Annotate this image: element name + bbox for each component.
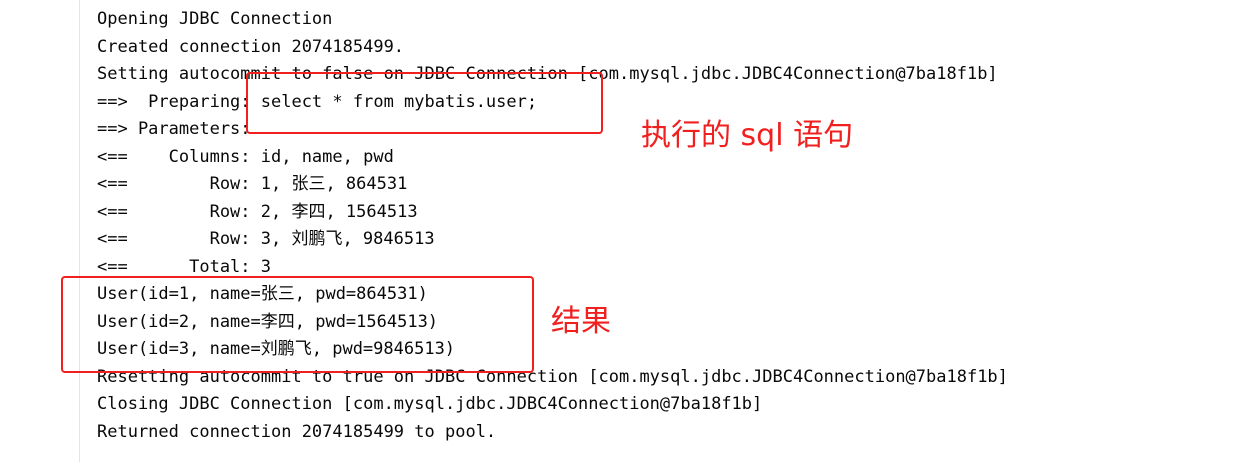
log-line-columns: <== Columns: id, name, pwd (97, 146, 394, 167)
result-annotation-label: 结果 (551, 304, 611, 339)
log-line-returned: Returned connection 2074185499 to pool. (97, 421, 497, 442)
log-line-closing: Closing JDBC Connection [com.mysql.jdbc.… (97, 394, 763, 414)
sql-highlight-box (246, 72, 603, 134)
sql-annotation-label: 执行的 sql 语句 (641, 118, 854, 153)
log-line-row-3: <== Row: 3, 刘鹏飞, 9846513 (97, 229, 435, 249)
log-line-created: Created connection 2074185499. (97, 36, 405, 57)
log-line-row-1: <== Row: 1, 张三, 864531 (97, 174, 408, 194)
log-line-opening: Opening JDBC Connection (97, 9, 333, 29)
console-gutter-divider (79, 0, 80, 462)
result-highlight-box (61, 276, 534, 373)
log-line-row-2: <== Row: 2, 李四, 1564513 (97, 201, 418, 222)
